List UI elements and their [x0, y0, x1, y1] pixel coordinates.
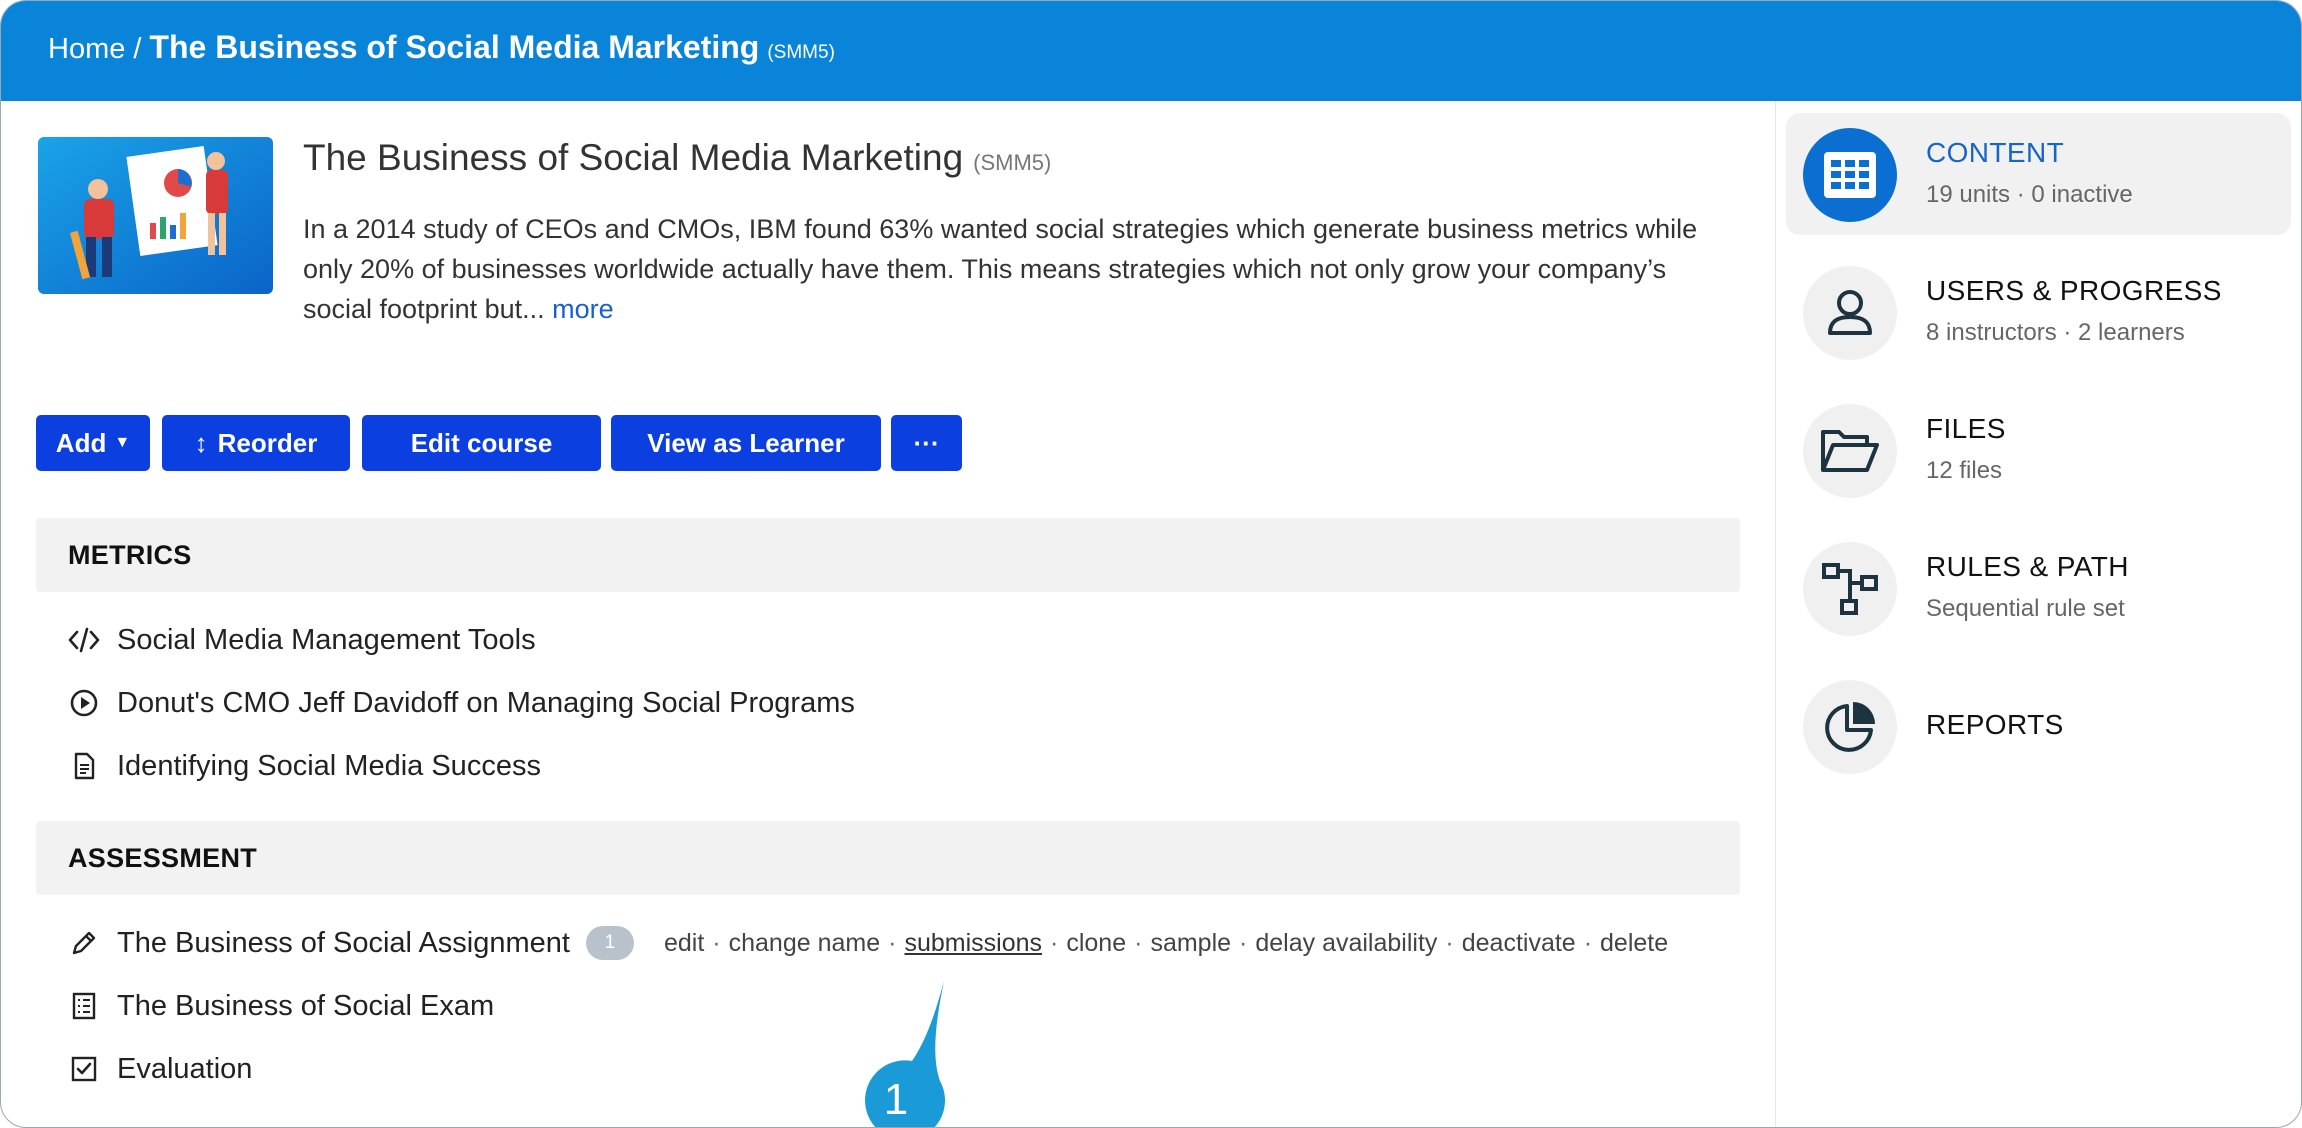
- section-heading: ASSESSMENT: [68, 843, 258, 873]
- breadcrumb-course-code: (SMM5): [767, 42, 835, 63]
- list-item[interactable]: The Business of Social Exam: [67, 984, 494, 1028]
- count-badge: 1: [585, 926, 634, 960]
- separator-dot: ·: [1050, 928, 1059, 957]
- sidebar-item-files[interactable]: FILES 12 files: [1786, 389, 2291, 511]
- deactivate-action-link[interactable]: deactivate: [1462, 929, 1576, 958]
- list-item-label[interactable]: Evaluation: [117, 1053, 252, 1086]
- pencil-icon: [67, 926, 101, 960]
- callout-marker: 1: [856, 981, 952, 1127]
- folder-icon: [1803, 404, 1897, 498]
- add-button-label: Add: [55, 427, 107, 458]
- course-description: In a 2014 study of CEOs and CMOs, IBM fo…: [303, 209, 1733, 329]
- sidebar-item-rules-path[interactable]: RULES & PATH Sequential rule set: [1786, 527, 2291, 649]
- user-icon: [1803, 266, 1897, 360]
- edit-course-button[interactable]: Edit course: [362, 415, 601, 471]
- list-item[interactable]: Evaluation: [67, 1047, 252, 1091]
- list-item-label[interactable]: Donut's CMO Jeff Davidoff on Managing So…: [117, 687, 855, 720]
- add-button[interactable]: Add ▼: [36, 415, 150, 471]
- submissions-action-link[interactable]: submissions: [904, 929, 1042, 958]
- list-item-label[interactable]: Identifying Social Media Success: [117, 750, 541, 783]
- delay-availability-action-link[interactable]: delay availability: [1255, 929, 1437, 958]
- sidebar-item-reports[interactable]: REPORTS: [1786, 665, 2291, 787]
- checkbox-icon: [67, 1052, 101, 1086]
- sidebar-item-subtitle: 12 files: [1926, 457, 2003, 484]
- course-description-text: In a 2014 study of CEOs and CMOs, IBM fo…: [303, 214, 1698, 324]
- breadcrumb-separator: /: [133, 33, 142, 65]
- item-actions: edit · change name · submissions · clone…: [664, 929, 1668, 958]
- sidebar-item-title: REPORTS: [1926, 709, 2064, 740]
- separator-dot: ·: [1583, 928, 1593, 957]
- reorder-button-label: Reorder: [217, 427, 318, 458]
- course-sidebar: CONTENT 19 units · 0 inactive USERS & PR…: [1775, 101, 2301, 1127]
- edit-action-link[interactable]: edit: [664, 929, 704, 958]
- list-item-label[interactable]: Social Media Management Tools: [117, 624, 536, 657]
- separator-dot: ·: [888, 928, 897, 957]
- sample-action-link[interactable]: sample: [1150, 929, 1231, 958]
- section-heading: METRICS: [68, 540, 192, 570]
- document-icon: [67, 749, 101, 783]
- sidebar-item-subtitle: 19 units · 0 inactive: [1926, 181, 2133, 208]
- course-title: The Business of Social Media Marketing (…: [303, 137, 1051, 179]
- course-code: (SMM5): [973, 150, 1052, 175]
- separator-dot: ·: [1239, 928, 1248, 957]
- top-bar: Home / The Business of Social Media Mark…: [1, 1, 2301, 101]
- sidebar-item-subtitle: 8 instructors · 2 learners: [1926, 319, 2185, 346]
- sidebar-item-title: RULES & PATH: [1926, 551, 2129, 582]
- list-item-label[interactable]: The Business of Social Assignment: [117, 927, 570, 960]
- up-down-arrow-icon: ↕: [194, 427, 208, 458]
- sidebar-item-title: USERS & PROGRESS: [1926, 275, 2222, 306]
- list-item[interactable]: Social Media Management Tools: [67, 618, 536, 662]
- code-icon: [67, 623, 101, 657]
- more-options-button[interactable]: ···: [891, 415, 962, 471]
- more-link[interactable]: more: [552, 294, 614, 324]
- separator-dot: ·: [1445, 928, 1454, 957]
- breadcrumb-home-link[interactable]: Home: [48, 33, 125, 66]
- separator-dot: ·: [712, 928, 721, 957]
- app-window: Home / The Business of Social Media Mark…: [0, 0, 2302, 1128]
- breadcrumb-current-title: The Business of Social Media Marketing: [149, 29, 760, 65]
- view-as-learner-button[interactable]: View as Learner: [611, 415, 881, 471]
- sidebar-item-title: CONTENT: [1926, 137, 2065, 168]
- sidebar-item-subtitle: Sequential rule set: [1926, 595, 2125, 622]
- course-title-text: The Business of Social Media Marketing: [303, 137, 964, 178]
- list-item-label[interactable]: The Business of Social Exam: [117, 990, 494, 1023]
- sidebar-item-title: FILES: [1926, 413, 2006, 444]
- path-icon: [1803, 542, 1897, 636]
- play-circle-icon: [67, 686, 101, 720]
- list-item[interactable]: Donut's CMO Jeff Davidoff on Managing So…: [67, 681, 855, 725]
- section-header-metrics: METRICS: [36, 518, 1740, 592]
- change-name-action-link[interactable]: change name: [729, 929, 881, 958]
- breadcrumb: Home / The Business of Social Media Mark…: [48, 29, 835, 66]
- list-item[interactable]: Identifying Social Media Success: [67, 744, 541, 788]
- main-content: The Business of Social Media Marketing (…: [1, 101, 1774, 1127]
- section-header-assessment: ASSESSMENT: [36, 821, 1740, 895]
- list-item[interactable]: The Business of Social Assignment 1 edit…: [67, 921, 1668, 965]
- callout-number: 1: [884, 1075, 908, 1124]
- pie-chart-icon: [1803, 680, 1897, 774]
- clone-action-link[interactable]: clone: [1066, 929, 1126, 958]
- delete-action-link[interactable]: delete: [1600, 929, 1668, 958]
- course-thumbnail: [38, 137, 273, 294]
- checklist-icon: [67, 989, 101, 1023]
- sidebar-item-users-progress[interactable]: USERS & PROGRESS 8 instructors · 2 learn…: [1786, 251, 2291, 373]
- separator-dot: ·: [1134, 928, 1143, 957]
- ellipsis-icon: ···: [913, 427, 940, 458]
- reorder-button[interactable]: ↕ Reorder: [162, 415, 350, 471]
- grid-icon: [1803, 128, 1897, 222]
- caret-down-icon: ▼: [114, 434, 131, 451]
- sidebar-item-content[interactable]: CONTENT 19 units · 0 inactive: [1786, 113, 2291, 235]
